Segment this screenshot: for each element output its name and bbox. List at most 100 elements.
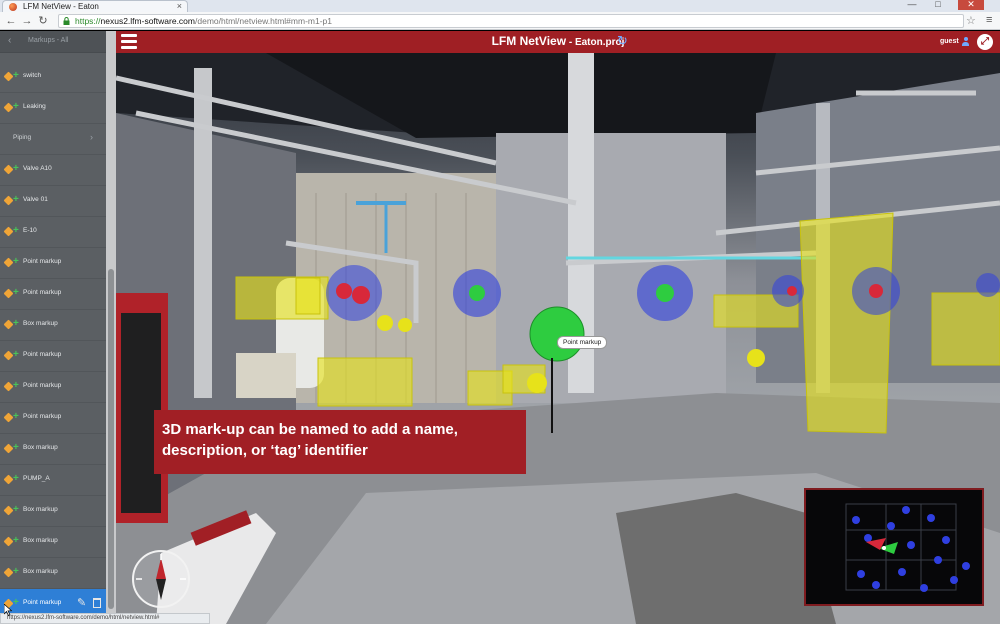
chevron-right-icon[interactable]: › [90,132,93,142]
url-host: nexus2.lfm-software.com [100,16,195,26]
sidebar-markup-item[interactable]: + Leaking [0,93,106,124]
browser-menu-icon[interactable]: ≡ [986,14,992,26]
sidebar-markup-item[interactable]: + Valve A10 [0,155,106,186]
plus-icon[interactable]: + [13,101,19,113]
edit-pencil-icon[interactable]: ✎ [77,597,86,609]
caption-line-1: 3D mark-up can be named to add a name, [162,421,458,438]
markup-tag-icon [3,443,14,454]
title-separator: - [566,37,575,48]
plus-icon[interactable]: + [13,597,19,609]
markup-tag-icon [3,102,14,113]
plus-icon[interactable]: + [13,504,19,516]
sidebar-back-icon[interactable]: ‹ [8,35,11,46]
window-minimize-button[interactable]: — [902,0,922,10]
plus-icon[interactable]: + [13,535,19,547]
tab-title: LFM NetView - Eaton [23,2,99,11]
sidebar-item-label: Valve A10 [23,165,52,172]
sidebar-item-label: PUMP_A [23,475,50,482]
sidebar-markup-item[interactable]: + Point markup [0,372,106,403]
plus-icon[interactable]: + [13,163,19,175]
sidebar-markup-item[interactable]: + Box markup [0,434,106,465]
plus-icon[interactable]: + [13,194,19,206]
markup-tag-icon [3,381,14,392]
sidebar-item-label: Point markup [23,351,62,358]
sidebar-item-label: Valve 01 [23,196,48,203]
sidebar-header: ‹ Markups - All [0,31,116,53]
sidebar-item-label: E-10 [23,227,37,234]
app-title: LFM NetView - Eaton.proj [116,34,1000,48]
mouse-cursor-icon [4,604,12,616]
plus-icon[interactable]: + [13,473,19,485]
tab-close-icon[interactable]: × [177,1,182,12]
trash-icon[interactable] [93,598,101,608]
address-bar[interactable]: https://nexus2.lfm-software.com/demo/htm… [58,14,964,28]
sidebar-markup-item[interactable]: + Point markup [0,341,106,372]
markup-tag-icon [3,350,14,361]
back-button[interactable]: ← [4,14,18,28]
user-icon[interactable] [962,37,969,46]
markup-tag-icon [3,536,14,547]
plus-icon[interactable]: + [13,256,19,268]
sidebar-markup-item[interactable]: + Point markup [0,248,106,279]
sidebar-item-label: Point markup [23,382,62,389]
plus-icon[interactable]: + [13,411,19,423]
sidebar-item-label: Box markup [23,537,58,544]
plus-icon[interactable]: + [13,70,19,82]
fullscreen-icon[interactable]: ⤢ [977,34,993,50]
compass-needle-icon [136,554,186,600]
plus-icon[interactable]: + [13,566,19,578]
plus-icon[interactable]: + [13,287,19,299]
sidebar-markup-item[interactable]: + switch [0,62,106,93]
sidebar-markup-item[interactable]: + PUMP_A [0,465,106,496]
window-maximize-button[interactable]: □ [928,0,948,10]
browser-tabbar: LFM NetView - Eaton × — □ ✕ [0,0,1000,12]
markup-tag-icon [3,412,14,423]
sidebar-markup-item[interactable]: + Point markup [0,279,106,310]
plus-icon[interactable]: + [13,349,19,361]
url-scheme: https:// [75,16,101,26]
sidebar-item-label: Box markup [23,506,58,513]
plus-icon[interactable]: + [13,318,19,330]
plus-icon[interactable]: + [13,380,19,392]
sidebar-scroll-thumb[interactable] [108,269,114,609]
markup-tag-icon [3,319,14,330]
lock-icon [63,17,70,25]
markup-tag-icon [3,226,14,237]
compass-icon[interactable] [132,550,190,608]
sidebar-item-label: Point markup [23,258,62,265]
user-name[interactable]: guest [940,38,959,45]
markup-tag-icon [3,567,14,578]
sidebar-item-label: Box markup [23,444,58,451]
forward-button[interactable]: → [20,14,34,28]
minimap[interactable] [804,488,984,606]
markup-tag-icon [3,505,14,516]
sidebar-item-label: Point markup [23,289,62,296]
plus-icon[interactable]: + [13,225,19,237]
plus-icon[interactable]: + [13,442,19,454]
sidebar-item-label: Box markup [23,320,58,327]
caption-banner: 3D mark-up can be named to add a name, d… [154,410,526,474]
sidebar-item-label: Point markup [23,413,62,420]
bookmark-star-icon[interactable]: ☆ [966,14,976,27]
refresh-icon[interactable]: ↻ [617,34,628,48]
sidebar-markup-item[interactable]: + Box markup [0,496,106,527]
app-header: LFM NetView - Eaton.proj ↻ guest ⤢ [116,31,1000,53]
sidebar-markup-item[interactable]: + Box markup [0,310,106,341]
markup-tag-icon [3,474,14,485]
sidebar-markup-item[interactable]: + Point markup [0,403,106,434]
minimap-plan [845,503,970,592]
sidebar-markup-item[interactable]: + E-10 [0,217,106,248]
sidebar-item-label: Point markup [23,599,62,606]
sidebar-category[interactable]: Piping › [0,124,106,155]
window-close-button[interactable]: ✕ [958,0,984,10]
3d-viewport[interactable]: Point markup 3D mark-up can be named to … [116,53,1000,624]
browser-toolbar: ← → ↻ https://nexus2.lfm-software.com/de… [0,12,1000,30]
reload-button[interactable]: ↻ [36,14,50,28]
markups-sidebar: ‹ Markups - All + switch + Leaking Piping › + V… [0,31,116,624]
sidebar-markup-item[interactable]: + Box markup [0,558,106,589]
browser-tab[interactable]: LFM NetView - Eaton × [2,0,188,12]
sidebar-item-label: Leaking [23,103,46,110]
sidebar-markup-item[interactable]: + Box markup [0,527,106,558]
sidebar-markup-item[interactable]: + Valve 01 [0,186,106,217]
markup-tag-icon [3,164,14,175]
